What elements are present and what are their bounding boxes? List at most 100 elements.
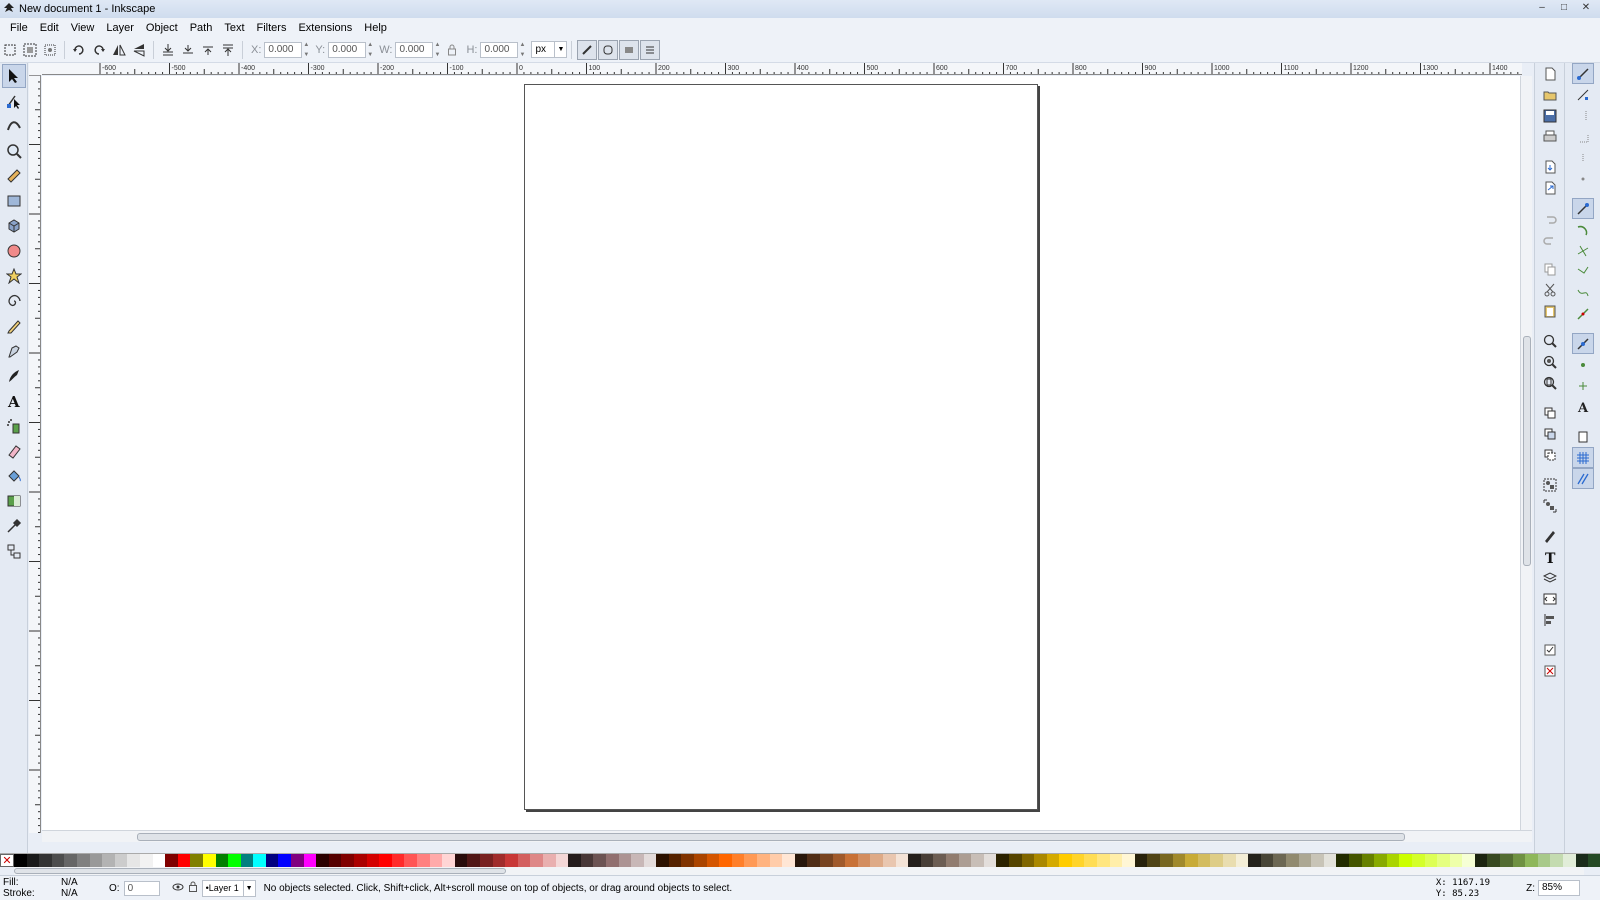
gradient-tool-icon[interactable] (2, 489, 26, 513)
vertical-scroll-thumb[interactable] (1523, 336, 1531, 566)
color-swatch[interactable] (870, 854, 883, 867)
color-swatch[interactable] (391, 854, 405, 867)
color-swatch[interactable] (1386, 854, 1400, 867)
flip-vertical-icon[interactable] (129, 40, 149, 60)
color-swatch[interactable] (479, 854, 493, 867)
select-all-layers-icon[interactable] (20, 40, 40, 60)
text-tool-icon[interactable]: A (2, 389, 26, 413)
color-swatch[interactable] (1160, 854, 1173, 867)
lock-icon[interactable] (442, 40, 462, 60)
open-icon[interactable] (1539, 84, 1561, 105)
selector-tool-icon[interactable] (2, 64, 26, 88)
color-swatch[interactable] (895, 854, 909, 867)
menu-file[interactable]: File (4, 22, 34, 34)
color-swatch[interactable] (379, 854, 392, 867)
color-swatch[interactable] (454, 854, 468, 867)
new-document-icon[interactable] (1539, 63, 1561, 84)
color-swatch[interactable] (102, 854, 115, 867)
color-swatch[interactable] (429, 854, 443, 867)
color-swatch[interactable] (643, 854, 657, 867)
snap-rotation-center-icon[interactable] (1572, 375, 1594, 396)
snap-cusp-nodes-icon[interactable] (1572, 261, 1594, 282)
color-swatch[interactable] (618, 854, 632, 867)
color-swatch[interactable] (1323, 854, 1337, 867)
calligraphy-tool-icon[interactable] (2, 364, 26, 388)
menu-text[interactable]: Text (218, 22, 250, 34)
color-swatch[interactable] (1122, 854, 1135, 867)
color-swatch[interactable] (328, 854, 342, 867)
snap-object-center-icon[interactable] (1572, 354, 1594, 375)
opacity-input[interactable]: 0 (123, 880, 160, 896)
color-swatch[interactable] (190, 854, 203, 867)
color-swatch[interactable] (316, 854, 329, 867)
color-swatch[interactable] (1109, 854, 1123, 867)
h-spinner[interactable]: ▲ ▼ (519, 42, 527, 58)
color-swatch[interactable] (1071, 854, 1085, 867)
vertical-ruler[interactable] (29, 75, 41, 833)
color-swatch[interactable] (1348, 854, 1362, 867)
color-swatch[interactable] (127, 854, 140, 867)
pencil-tool-icon[interactable] (2, 314, 26, 338)
color-swatch[interactable] (694, 854, 707, 867)
snap-smooth-nodes-icon[interactable] (1572, 282, 1594, 303)
scale-corners-toggle[interactable] (598, 39, 619, 60)
color-swatch[interactable] (920, 854, 934, 867)
color-swatch[interactable] (568, 854, 581, 867)
3d-box-tool-icon[interactable] (2, 214, 26, 238)
color-swatch[interactable] (1374, 854, 1387, 867)
color-swatch[interactable] (1437, 854, 1450, 867)
color-swatch[interactable] (278, 854, 292, 867)
color-swatch[interactable] (769, 854, 783, 867)
color-swatch[interactable] (731, 854, 745, 867)
document-properties-icon[interactable] (1539, 660, 1561, 681)
fill-stroke-indicator[interactable]: Fill: N/A Stroke: N/A (3, 877, 95, 899)
color-swatch[interactable] (958, 854, 972, 867)
scale-stroke-toggle[interactable] (577, 39, 598, 60)
color-swatch[interactable] (681, 854, 695, 867)
color-swatch[interactable] (1046, 854, 1060, 867)
color-swatch[interactable] (857, 854, 871, 867)
color-swatch[interactable] (76, 854, 90, 867)
spiral-tool-icon[interactable] (2, 289, 26, 313)
connector-tool-icon[interactable] (2, 539, 26, 563)
lock-layer-icon[interactable] (188, 881, 198, 895)
color-swatch[interactable] (1588, 854, 1600, 867)
palette-scroll-thumb[interactable] (14, 868, 506, 874)
color-swatch[interactable] (1084, 854, 1098, 867)
color-swatch[interactable] (1097, 854, 1110, 867)
color-swatch[interactable] (580, 854, 594, 867)
cut-icon[interactable] (1539, 279, 1561, 300)
layers-icon[interactable] (1539, 567, 1561, 588)
color-swatch[interactable] (1361, 854, 1375, 867)
color-swatch[interactable] (1512, 854, 1526, 867)
color-swatch[interactable] (530, 854, 543, 867)
print-icon[interactable] (1539, 126, 1561, 147)
zoom-drawing-icon[interactable] (1539, 351, 1561, 372)
document-page[interactable] (524, 84, 1038, 810)
snap-bbox-midpoint-icon[interactable] (1572, 147, 1594, 168)
snap-bbox-corner-icon[interactable] (1572, 126, 1594, 147)
horizontal-scrollbar[interactable] (42, 830, 1532, 842)
color-swatch[interactable] (983, 854, 997, 867)
color-swatch[interactable] (1449, 854, 1463, 867)
color-swatch[interactable] (744, 854, 758, 867)
color-swatch[interactable] (1462, 854, 1475, 867)
ungroup-icon[interactable] (1539, 495, 1561, 516)
redo-icon[interactable] (1539, 228, 1561, 249)
color-swatch[interactable] (1474, 854, 1488, 867)
star-tool-icon[interactable] (2, 264, 26, 288)
color-swatch[interactable] (215, 854, 229, 867)
color-swatch[interactable] (354, 854, 367, 867)
color-swatch[interactable] (228, 854, 241, 867)
color-swatch[interactable] (152, 854, 166, 867)
export-icon[interactable] (1539, 177, 1561, 198)
duplicate-icon[interactable] (1539, 402, 1561, 423)
rotate-ccw-icon[interactable] (69, 40, 89, 60)
palette-scrollbar[interactable] (14, 867, 1584, 875)
group-icon[interactable] (1539, 474, 1561, 495)
color-swatch[interactable] (265, 854, 279, 867)
menu-filters[interactable]: Filters (251, 22, 293, 34)
color-swatch[interactable] (467, 854, 480, 867)
color-swatch[interactable] (1537, 854, 1551, 867)
color-swatch[interactable] (1223, 854, 1236, 867)
